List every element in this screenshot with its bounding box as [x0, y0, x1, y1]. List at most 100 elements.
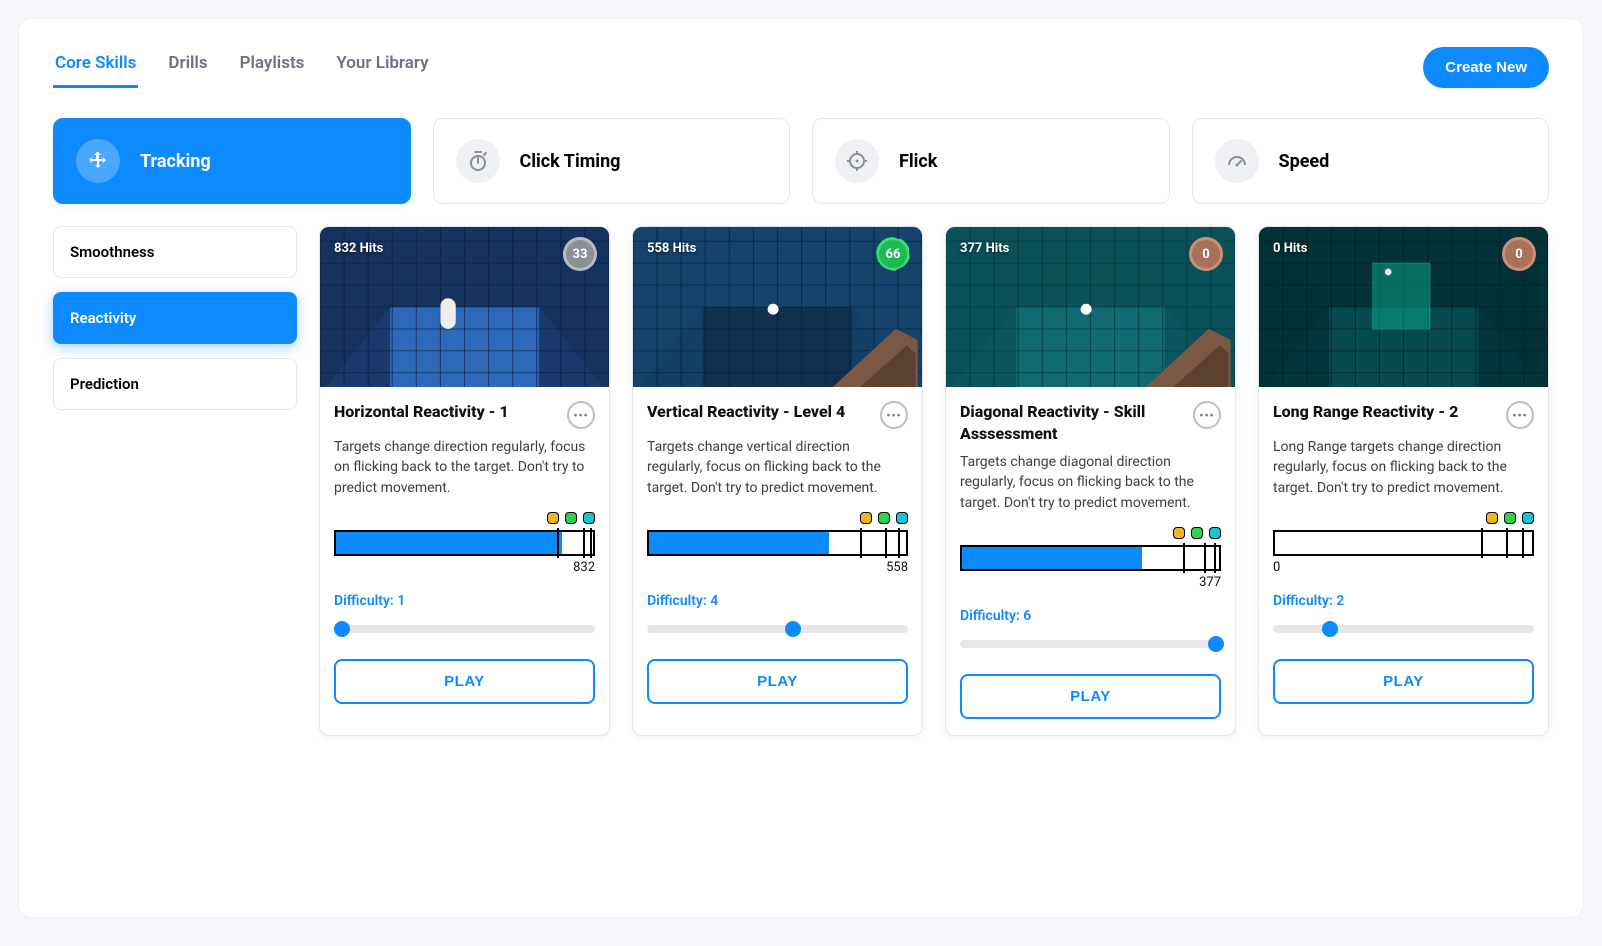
more-options-button[interactable]: ••• — [1193, 401, 1221, 429]
sidebar-item-smoothness[interactable]: Smoothness — [53, 226, 297, 278]
drill-title: Diagonal Reactivity - Skill Asssessment — [960, 401, 1185, 444]
difficulty-label: Difficulty: 6 — [960, 608, 1221, 624]
progress-value: 558 — [647, 560, 908, 575]
medal-row — [647, 512, 908, 524]
drill-title: Horizontal Reactivity - 1 — [334, 401, 509, 423]
skill-category-label: Click Timing — [520, 151, 621, 172]
drill-card: 558 Hits 66 Vertical Reactivity - Level … — [632, 226, 923, 736]
difficulty-slider[interactable] — [1273, 625, 1534, 633]
nav-tab-drills[interactable]: Drills — [166, 47, 209, 88]
threshold-tick — [583, 528, 585, 558]
slider-knob[interactable] — [1208, 636, 1224, 652]
play-button[interactable]: PLAY — [960, 674, 1221, 719]
create-new-button[interactable]: Create New — [1423, 47, 1549, 88]
hits-label: 377 Hits — [960, 241, 1009, 256]
skill-category-tracking[interactable]: Tracking — [53, 118, 411, 204]
threshold-tick — [1204, 543, 1206, 573]
progress-value: 0 — [1273, 560, 1534, 575]
skill-category-label: Speed — [1279, 151, 1330, 172]
threshold-tick — [1506, 528, 1508, 558]
medal-gold-icon — [860, 512, 872, 524]
stopwatch-icon — [456, 139, 500, 183]
difficulty-label: Difficulty: 1 — [334, 593, 595, 609]
skill-category-speed[interactable]: Speed — [1192, 118, 1550, 204]
progress-bar — [960, 545, 1221, 571]
medal-gold-icon — [1486, 512, 1498, 524]
nav-tab-playlists[interactable]: Playlists — [238, 47, 307, 88]
play-button[interactable]: PLAY — [1273, 659, 1534, 704]
hits-label: 558 Hits — [647, 241, 696, 256]
drill-title: Long Range Reactivity - 2 — [1273, 401, 1458, 423]
medal-gold-icon — [547, 512, 559, 524]
medal-green-icon — [565, 512, 577, 524]
difficulty-label: Difficulty: 2 — [1273, 593, 1534, 609]
progress-bar — [334, 530, 595, 556]
threshold-tick — [590, 528, 592, 558]
drill-title: Vertical Reactivity - Level 4 — [647, 401, 845, 423]
drill-card: 0 Hits 0 Long Range Reactivity - 2 ••• L… — [1258, 226, 1549, 736]
drill-thumbnail[interactable]: 0 Hits 0 — [1259, 227, 1548, 387]
threshold-tick — [1214, 543, 1216, 573]
slider-knob[interactable] — [1322, 621, 1338, 637]
progress-value: 832 — [334, 560, 595, 575]
medal-gold-icon — [1173, 527, 1185, 539]
hits-label: 832 Hits — [334, 241, 383, 256]
play-button[interactable]: PLAY — [647, 659, 908, 704]
difficulty-slider[interactable] — [960, 640, 1221, 648]
threshold-tick — [885, 528, 887, 558]
threshold-tick — [898, 528, 900, 558]
drill-description: Long Range targets change direction regu… — [1273, 437, 1534, 498]
medal-row — [1273, 512, 1534, 524]
medal-teal-icon — [1522, 512, 1534, 524]
medal-green-icon — [1504, 512, 1516, 524]
difficulty-slider[interactable] — [647, 625, 908, 633]
more-options-button[interactable]: ••• — [880, 401, 908, 429]
more-options-button[interactable]: ••• — [1506, 401, 1534, 429]
difficulty-label: Difficulty: 4 — [647, 593, 908, 609]
play-button[interactable]: PLAY — [334, 659, 595, 704]
drill-description: Targets change direction regularly, focu… — [334, 437, 595, 498]
score-badge: 33 — [563, 237, 597, 271]
score-badge: 0 — [1189, 237, 1223, 271]
nav-tab-core-skills[interactable]: Core Skills — [53, 47, 138, 88]
difficulty-slider[interactable] — [334, 625, 595, 633]
skill-category-label: Tracking — [140, 151, 211, 172]
move-icon — [76, 139, 120, 183]
medal-green-icon — [1191, 527, 1203, 539]
medal-teal-icon — [1209, 527, 1221, 539]
skill-category-click-timing[interactable]: Click Timing — [433, 118, 791, 204]
medal-teal-icon — [896, 512, 908, 524]
nav-tab-your-library[interactable]: Your Library — [334, 47, 430, 88]
drill-thumbnail[interactable]: 832 Hits 33 — [320, 227, 609, 387]
progress-fill — [336, 532, 562, 554]
more-options-button[interactable]: ••• — [567, 401, 595, 429]
progress-bar — [647, 530, 908, 556]
drill-thumbnail[interactable]: 558 Hits 66 — [633, 227, 922, 387]
medal-green-icon — [878, 512, 890, 524]
threshold-tick — [1481, 528, 1483, 558]
drill-card: 377 Hits 0 Diagonal Reactivity - Skill A… — [945, 226, 1236, 736]
progress-fill — [962, 547, 1142, 569]
gauge-icon — [1215, 139, 1259, 183]
progress-fill — [649, 532, 829, 554]
drill-description: Targets change vertical direction regula… — [647, 437, 908, 498]
sidebar-item-prediction[interactable]: Prediction — [53, 358, 297, 410]
threshold-tick — [557, 528, 559, 558]
threshold-tick — [860, 528, 862, 558]
slider-knob[interactable] — [334, 621, 350, 637]
drill-thumbnail[interactable]: 377 Hits 0 — [946, 227, 1235, 387]
skill-category-label: Flick — [899, 151, 937, 172]
slider-knob[interactable] — [785, 621, 801, 637]
threshold-tick — [1522, 528, 1524, 558]
sidebar-item-reactivity[interactable]: Reactivity — [53, 292, 297, 344]
drill-description: Targets change diagonal direction regula… — [960, 452, 1221, 513]
score-badge: 0 — [1502, 237, 1536, 271]
medal-teal-icon — [583, 512, 595, 524]
threshold-tick — [1183, 543, 1185, 573]
crosshair-icon — [835, 139, 879, 183]
progress-value: 377 — [960, 575, 1221, 590]
hits-label: 0 Hits — [1273, 241, 1307, 256]
medal-row — [960, 527, 1221, 539]
progress-bar — [1273, 530, 1534, 556]
skill-category-flick[interactable]: Flick — [812, 118, 1170, 204]
